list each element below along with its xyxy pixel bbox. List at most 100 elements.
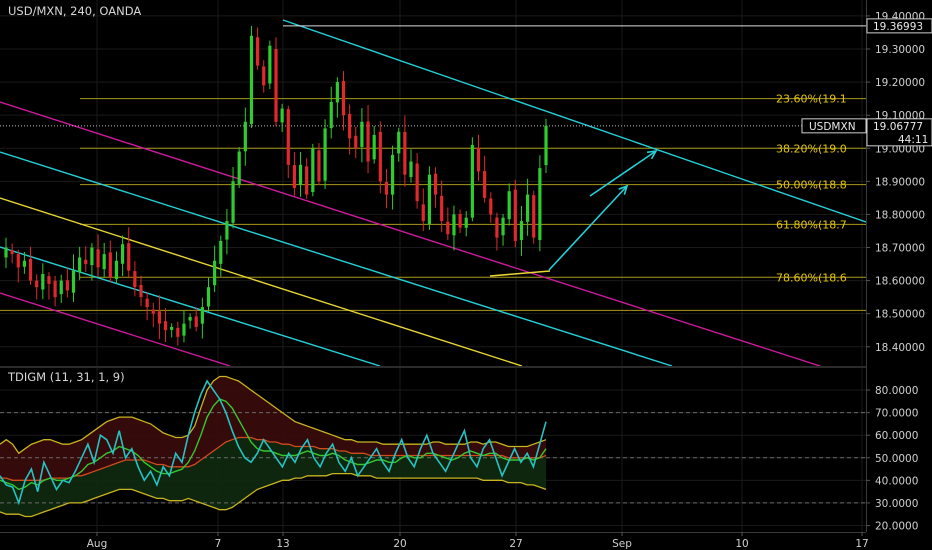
candle-body: [249, 35, 254, 125]
candle-body: [483, 171, 487, 198]
candle-body: [458, 213, 462, 228]
candle-body: [507, 191, 511, 220]
candle-body: [274, 49, 278, 122]
candle-body: [495, 217, 499, 238]
candle-body: [182, 323, 186, 336]
candle-body: [464, 217, 468, 228]
price-tick-label: 18.70000: [875, 243, 925, 255]
candle-body: [323, 128, 327, 181]
time-tick-label: Sep: [612, 538, 632, 550]
candle-body: [348, 114, 352, 139]
candle-body: [305, 166, 309, 195]
time-tick-label: 17: [855, 538, 868, 550]
price-tick-label: 18.60000: [875, 276, 925, 288]
candle-body: [262, 66, 266, 86]
candle-body: [446, 221, 450, 235]
time-tick-label: 7: [215, 538, 222, 550]
candle-body: [16, 254, 20, 268]
high-price-label: 19.36993: [873, 21, 923, 33]
candle-body: [311, 148, 315, 193]
candle-body: [525, 194, 530, 222]
indicator-tick-label: 60.0000: [875, 430, 918, 442]
price-tick-label: 19.30000: [875, 44, 925, 56]
candle-body: [127, 243, 131, 271]
price-tick-label: 18.90000: [875, 176, 925, 188]
candle-body: [519, 221, 524, 241]
candle-body: [102, 254, 106, 270]
candle-body: [219, 240, 223, 264]
candle-body: [409, 161, 413, 178]
candle-body: [452, 214, 456, 236]
time-tick-label: Aug: [87, 538, 108, 550]
candle-body: [544, 125, 548, 166]
candle-body: [366, 121, 370, 162]
candle-body: [501, 217, 505, 236]
indicator-tick-label: 30.0000: [875, 498, 918, 510]
fib-level-label: 61.80%(18.7: [776, 218, 847, 231]
candle-body: [476, 147, 481, 172]
candle-body: [403, 131, 407, 175]
time-tick-label: 10: [735, 538, 748, 550]
symbol-tag: USDMXN: [809, 121, 856, 133]
candle-body: [286, 109, 290, 165]
candle-body: [163, 321, 168, 331]
candle-body: [4, 247, 8, 258]
price-tick-label: 18.50000: [875, 309, 925, 321]
symbol-title: USD/MXN, 240, OANDA: [8, 4, 141, 18]
candle-body: [415, 163, 419, 202]
time-tick-label: 20: [393, 538, 406, 550]
candle-body: [378, 131, 382, 182]
time-tick-label: 13: [276, 538, 289, 550]
candle-body: [427, 174, 432, 225]
price-tick-label: 18.40000: [875, 342, 925, 354]
fib-level-label: 38.20%(19.0: [776, 142, 847, 155]
candle-body: [78, 257, 82, 273]
candle-body: [96, 249, 100, 268]
candle-body: [108, 252, 112, 278]
candle-body: [176, 327, 180, 337]
candle-body: [206, 287, 211, 307]
candle-body: [360, 121, 364, 147]
candle-body: [243, 121, 247, 152]
candle-body: [133, 271, 137, 288]
indicator-tick-label: 20.0000: [875, 520, 918, 532]
candle-body: [213, 260, 217, 286]
candle-body: [114, 260, 119, 280]
candle-body: [194, 316, 198, 327]
price-tick-label: 19.20000: [875, 77, 925, 89]
candle-body: [237, 151, 241, 185]
candle-body: [397, 131, 401, 154]
candle-body: [41, 273, 45, 290]
candle-body: [440, 195, 444, 222]
candle-body: [188, 316, 192, 321]
candle-body: [231, 181, 235, 223]
candle-body: [28, 258, 33, 281]
fib-level-label: 78.60%(18.6: [776, 271, 847, 284]
candle-body: [225, 221, 229, 240]
candle-body: [53, 280, 57, 298]
candle-body: [384, 182, 389, 195]
candle-body: [170, 326, 174, 330]
candle-body: [298, 164, 303, 186]
candle-body: [10, 250, 14, 255]
candle-body: [268, 45, 272, 84]
candle-body: [157, 311, 162, 324]
indicator-tick-label: 80.0000: [875, 385, 918, 397]
bar-countdown: 44:11: [898, 134, 928, 146]
candle-body: [329, 101, 333, 129]
candle-body: [84, 259, 88, 265]
candle-body: [22, 260, 27, 267]
candle-body: [421, 204, 425, 222]
trading-chart[interactable]: 23.60%(19.1 38.20%(19.0 50.00%(18.8 61.80%(…: [0, 0, 932, 550]
candle-body: [489, 198, 493, 215]
candle-body: [292, 165, 297, 188]
candle-body: [151, 309, 155, 314]
candle-body: [200, 307, 204, 324]
candle-body: [317, 150, 321, 182]
candle-body: [90, 247, 94, 266]
current-price-label: 19.06777: [873, 121, 923, 133]
indicator-tick-label: 70.0000: [875, 408, 918, 420]
candle-body: [255, 37, 260, 66]
fib-level-label: 23.60%(19.1: [776, 93, 847, 106]
candle-body: [354, 135, 358, 149]
